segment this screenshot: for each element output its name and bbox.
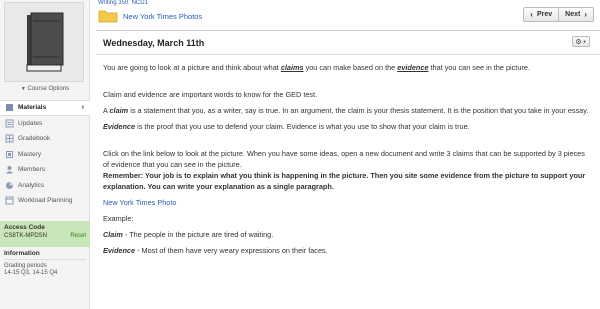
text: you can make based on the	[303, 63, 398, 72]
term-claim: claim	[109, 106, 129, 115]
example-claim: Claim - The people in the picture are ti…	[103, 229, 591, 240]
sidebar-item-members[interactable]: Members	[0, 162, 90, 178]
sidebar-item-analytics[interactable]: Analytics	[0, 178, 90, 194]
access-code-panel: Access Code CS8TK-MPDSN Reset	[0, 221, 90, 247]
next-button[interactable]: Next ›	[559, 7, 594, 22]
workload-icon	[4, 196, 14, 205]
chevron-down-icon: ▼	[20, 86, 26, 92]
chevron-left-icon: ‹	[530, 10, 533, 19]
header-divider	[96, 30, 600, 31]
information-heading: Information	[4, 250, 86, 260]
reset-code-link[interactable]: Reset	[70, 233, 86, 239]
next-button-label: Next	[565, 11, 581, 18]
pager: ‹ Prev Next ›	[523, 7, 594, 22]
materials-icon	[4, 103, 14, 112]
example-label: Example:	[103, 214, 134, 223]
title-divider	[96, 54, 600, 55]
sidebar-item-label: Mastery	[18, 150, 42, 158]
text: - Most of them have very weary expressio…	[135, 246, 328, 255]
chevron-right-icon: ›	[584, 10, 587, 19]
grading-periods-value: 14-15 Q3, 14-15 Q4	[4, 270, 58, 276]
sidebar-item-label: Updates	[18, 119, 43, 127]
caret-down-icon: ▼	[582, 39, 587, 44]
members-icon	[4, 165, 14, 174]
paragraph-evidence-def: Evidence is the proof that you use to de…	[103, 121, 591, 132]
analytics-icon	[4, 181, 14, 190]
sidebar-item-updates[interactable]: Updates	[0, 116, 90, 132]
updates-icon	[4, 119, 14, 128]
sidebar-nav: Materials › Updates Gradebook Mastery Me…	[0, 100, 90, 209]
mastery-icon	[4, 150, 14, 159]
sidebar-item-label: Analytics	[18, 181, 45, 189]
term-evidence: Evidence	[103, 122, 136, 131]
text: You are going to look at a picture and t…	[103, 63, 281, 72]
sidebar-item-mastery[interactable]: Mastery	[0, 147, 90, 163]
paragraph-intro: You are going to look at a picture and t…	[103, 62, 591, 73]
text: is the proof that you use to defend your…	[135, 122, 470, 131]
page-title-bar: Wednesday, March 11th ⚙ ▼	[103, 36, 593, 48]
prev-button[interactable]: ‹ Prev	[523, 7, 560, 22]
settings-menu-button[interactable]: ⚙ ▼	[572, 36, 590, 47]
paragraph-ged: Claim and evidence are important words t…	[103, 90, 318, 99]
grading-periods-label: Grading periods	[4, 263, 47, 269]
sidebar-item-label: Gradebook	[18, 135, 51, 143]
term-evidence: evidence	[397, 63, 429, 72]
text: - The people in the picture are tired of…	[122, 230, 274, 239]
sidebar-item-label: Members	[18, 166, 46, 174]
term-claims: claims	[280, 63, 304, 72]
term-claim: Claim	[103, 230, 123, 239]
sidebar: ▼ Course Options Materials › Updates Gra…	[0, 0, 90, 309]
prev-button-label: Prev	[536, 11, 553, 18]
gear-icon: ⚙	[575, 38, 582, 46]
text: that you can see in the picture.	[428, 63, 530, 72]
text: is a statement that you, as a writer, sa…	[128, 106, 589, 115]
sidebar-item-label: Workload Planning	[18, 197, 73, 205]
sidebar-item-materials[interactable]: Materials ›	[0, 100, 90, 116]
sidebar-item-label: Materials	[18, 104, 47, 112]
sidebar-item-workload-planning[interactable]: Workload Planning	[0, 193, 90, 209]
paragraph-remember: Remember: Your job is to explain what yo…	[103, 171, 586, 191]
page-title: Wednesday, March 11th	[103, 38, 205, 48]
page-header: Writing 350: NCD1 New York Times Photos …	[96, 0, 600, 30]
course-options-label: Course Options	[27, 86, 70, 92]
access-code-label: Access Code	[4, 224, 45, 231]
example-evidence: Evidence - Most of them have very weary …	[103, 245, 591, 256]
sidebar-item-gradebook[interactable]: Gradebook	[0, 131, 90, 147]
nyt-photo-link[interactable]: New York Times Photo	[103, 198, 176, 207]
course-image[interactable]	[4, 2, 84, 82]
access-code-value: CS8TK-MPDSN	[4, 233, 48, 239]
course-options[interactable]: ▼ Course Options	[0, 86, 90, 92]
gradebook-icon	[4, 134, 14, 143]
breadcrumb[interactable]: Writing 350: NCD1	[98, 0, 148, 6]
chevron-right-icon: ›	[81, 104, 84, 112]
information-panel: Information Grading periods 14-15 Q3, 14…	[0, 250, 90, 277]
folder-icon	[98, 10, 118, 23]
book-icon	[26, 12, 64, 72]
term-evidence: Evidence	[103, 246, 136, 255]
page-body: You are going to look at a picture and t…	[103, 62, 591, 256]
paragraph-instructions: Click on the link below to look at the p…	[103, 149, 585, 169]
paragraph-claim-def: A claim is a statement that you, as a wr…	[103, 105, 591, 116]
folder-title[interactable]: New York Times Photos	[123, 12, 202, 21]
